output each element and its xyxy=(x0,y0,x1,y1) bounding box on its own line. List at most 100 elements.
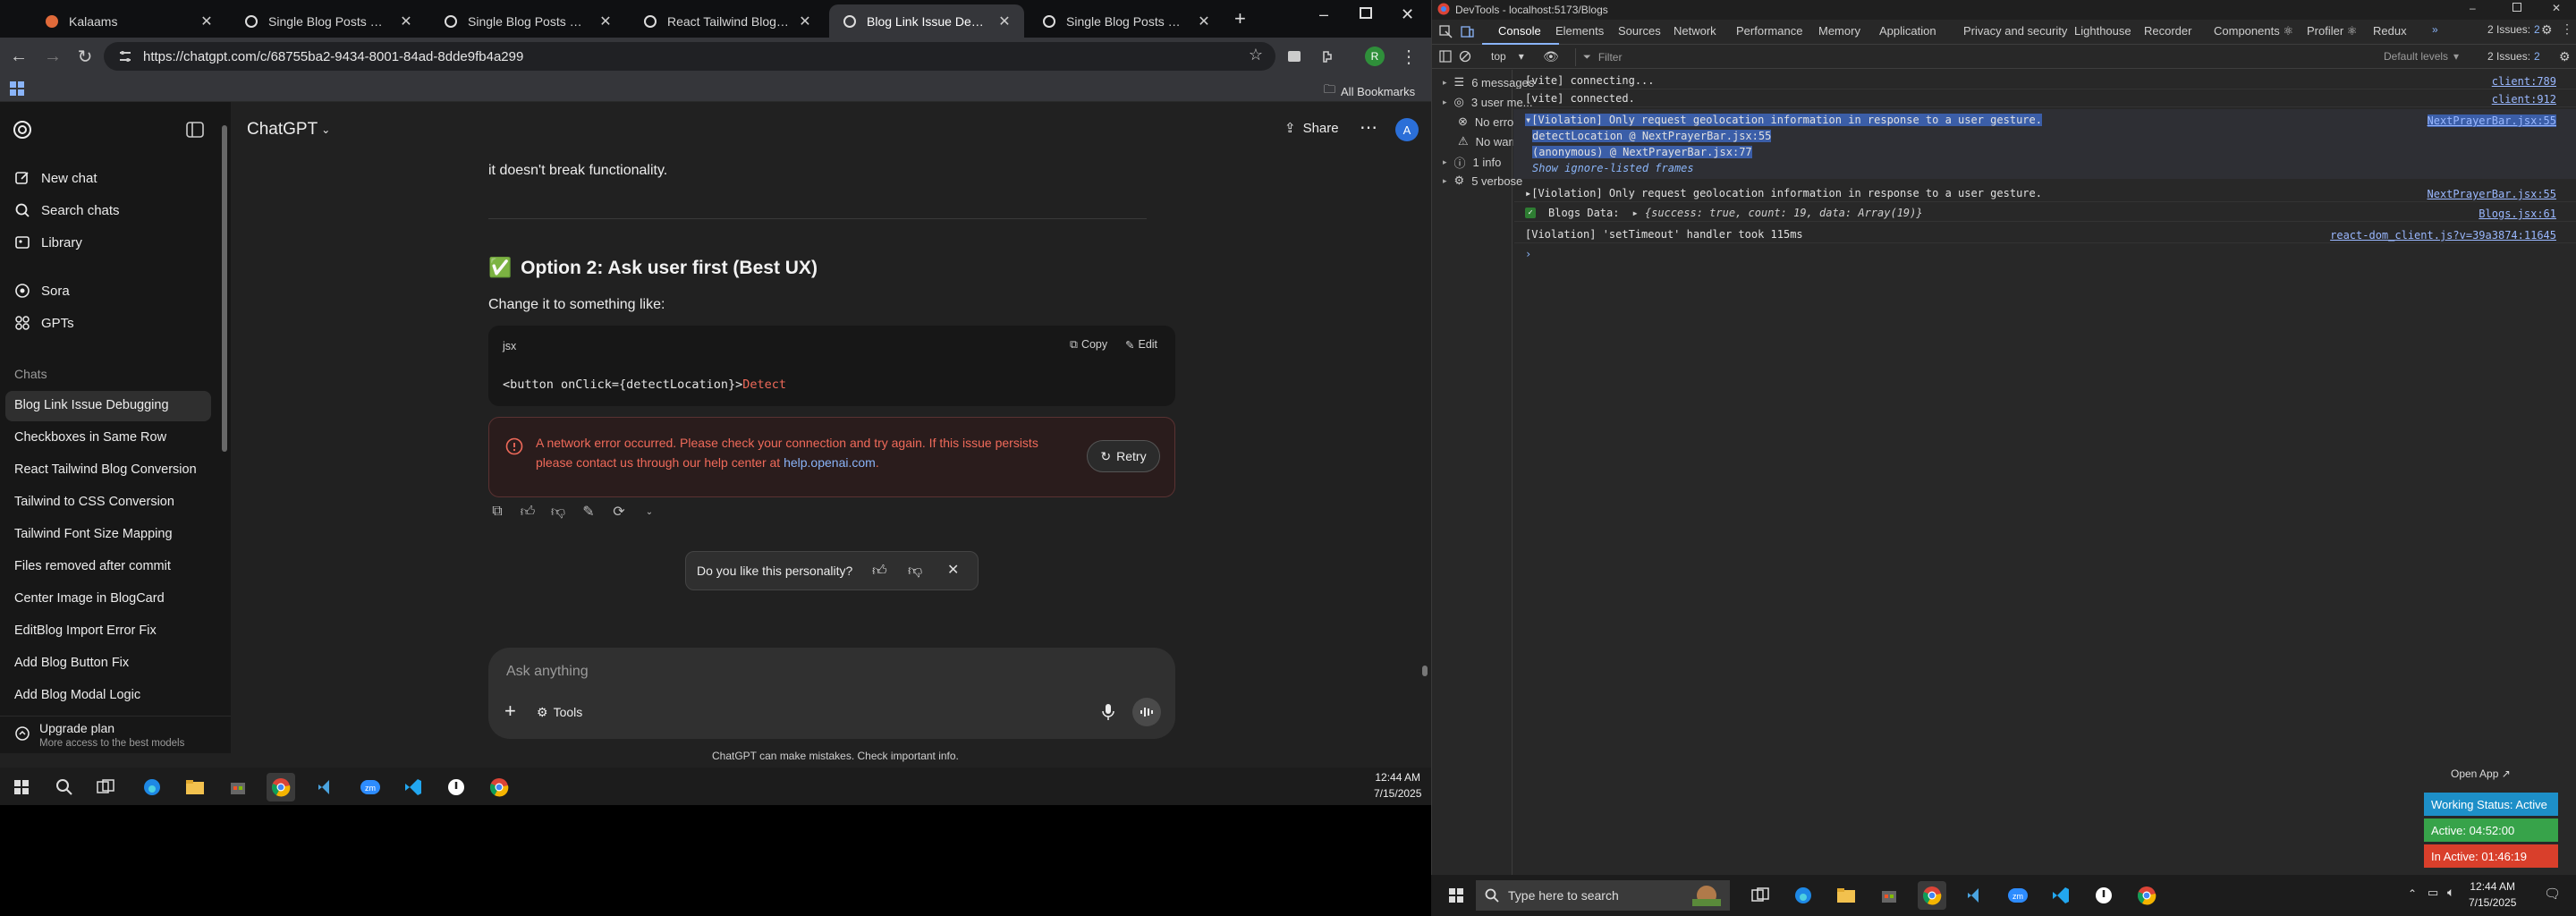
tab-single-blog-3[interactable]: Single Blog Posts Page Desig ✕ xyxy=(1029,4,1224,38)
task-view-icon[interactable] xyxy=(91,773,120,802)
upgrade-plan-button[interactable]: Upgrade plan More access to the best mod… xyxy=(0,716,231,753)
tab-application[interactable]: Application xyxy=(1879,24,1936,38)
maximize-icon[interactable] xyxy=(2512,3,2521,12)
source-link[interactable]: client:912 xyxy=(2492,93,2556,106)
vscode-icon[interactable] xyxy=(2046,881,2075,910)
main-scrollbar[interactable] xyxy=(1422,666,1428,676)
source-link[interactable]: Blogs.jsx:61 xyxy=(2479,208,2556,220)
tab-recorder[interactable]: Recorder xyxy=(2144,24,2191,38)
console-prompt[interactable]: › xyxy=(1514,245,2576,263)
issues-counter[interactable]: 2 Issues: 2 xyxy=(2487,23,2540,36)
zoom-icon[interactable]: zm xyxy=(356,773,385,802)
source-link[interactable]: react-dom_client.js?v=39a3874:11645 xyxy=(2330,229,2556,242)
new-tab-icon[interactable]: + xyxy=(1234,7,1246,30)
source-link[interactable]: NextPrayerBar.jsx:55 xyxy=(2427,114,2556,127)
console-message-expanded[interactable]: ▾[Violation] Only request geolocation in… xyxy=(1514,111,2576,129)
edge-icon[interactable] xyxy=(1789,881,1818,910)
chrome-taskbar-icon[interactable] xyxy=(1918,881,1946,910)
retry-button[interactable]: ↻ Retry xyxy=(1087,440,1160,472)
more-options-icon[interactable]: ⋮ xyxy=(2561,21,2573,37)
voice-mode-icon[interactable] xyxy=(1132,698,1161,726)
edit-canvas-icon[interactable]: ✎ xyxy=(580,503,597,521)
copy-code-button[interactable]: ⧉ Copy xyxy=(1070,338,1107,352)
close-tab-icon[interactable]: ✕ xyxy=(598,13,613,30)
volume-icon[interactable]: 🔈︎ xyxy=(2447,885,2454,900)
chat-item[interactable]: Tailwind Font Size Mapping xyxy=(14,527,173,541)
search-chats-button[interactable]: Search chats xyxy=(14,202,120,218)
add-attachment-icon[interactable]: + xyxy=(504,700,516,723)
close-tab-icon[interactable]: ✕ xyxy=(199,13,214,30)
sora-button[interactable]: Sora xyxy=(14,283,70,299)
chevron-down-icon[interactable]: ⌄ xyxy=(640,503,658,521)
chat-item[interactable]: Add Blog Button Fix xyxy=(14,656,129,670)
close-tab-icon[interactable]: ✕ xyxy=(798,13,812,30)
tab-single-blog-2[interactable]: Single Blog Posts Page Desig ✕ xyxy=(430,4,625,38)
tab-profiler[interactable]: Profiler ⚛ xyxy=(2307,24,2357,38)
help-link[interactable]: help.openai.com xyxy=(784,455,876,470)
all-bookmarks-button[interactable]: 🗀 All Bookmarks xyxy=(1324,81,1415,101)
context-selector[interactable]: top ▾ xyxy=(1491,50,1524,63)
reload-icon[interactable]: ↻ xyxy=(72,43,98,70)
prompt-input[interactable]: Ask anything xyxy=(506,664,589,680)
tray-chevron-icon[interactable]: ⌃ xyxy=(2408,887,2417,900)
chat-item[interactable]: Files removed after commit xyxy=(14,559,171,573)
sidebar-toggle-icon[interactable] xyxy=(1439,50,1452,63)
url-input[interactable]: https://chatgpt.com/c/68755ba2-9434-8001… xyxy=(104,42,1275,71)
app-circle-icon[interactable] xyxy=(442,773,470,802)
thumbs-up-icon[interactable]: 👍︎ xyxy=(519,503,537,521)
notifications-icon[interactable]: 🗨︎ xyxy=(2544,886,2561,902)
chat-item[interactable]: React Tailwind Blog Conversion xyxy=(14,462,197,477)
apps-grid-icon[interactable] xyxy=(9,81,25,97)
gpts-button[interactable]: GPTs xyxy=(14,315,74,331)
filter-info[interactable]: ▸ ⓘ 1 info xyxy=(1443,154,1501,171)
inspect-element-icon[interactable] xyxy=(1439,25,1453,38)
expand-tabs-icon[interactable]: » xyxy=(2432,23,2438,36)
task-view-icon[interactable] xyxy=(1746,881,1775,910)
puzzle-extensions-icon[interactable] xyxy=(1315,43,1342,70)
tab-components[interactable]: Components ⚛ xyxy=(2214,24,2293,38)
chat-item[interactable]: Center Image in BlogCard xyxy=(14,591,165,606)
console-filter-input[interactable]: ⏷ Filter xyxy=(1575,48,2362,66)
toggle-sidebar-icon[interactable] xyxy=(186,122,204,138)
clear-console-icon[interactable] xyxy=(1459,50,1471,63)
chrome-taskbar-icon-2[interactable] xyxy=(485,773,513,802)
edit-code-button[interactable]: ✎ Edit xyxy=(1125,338,1157,352)
vscode-dark-icon[interactable] xyxy=(1961,881,1989,910)
tab-single-blog-1[interactable]: Single Blog Posts Page Desig ✕ xyxy=(231,4,426,38)
filter-errors[interactable]: ⊗ No errors xyxy=(1443,114,1523,129)
chat-item[interactable]: Checkboxes in Same Row xyxy=(14,430,166,445)
tab-kalaams[interactable]: Kalaams ✕ xyxy=(31,4,226,38)
chat-item[interactable]: EditBlog Import Error Fix xyxy=(14,623,157,638)
tab-sources[interactable]: Sources xyxy=(1618,24,1661,38)
settings-gear-icon[interactable]: ⚙ xyxy=(2541,22,2553,38)
app-circle-icon[interactable] xyxy=(2089,881,2118,910)
copy-message-icon[interactable]: ⧉ xyxy=(488,503,506,521)
thumbs-down-icon[interactable]: 👎︎ xyxy=(549,503,567,521)
bookmark-star-icon[interactable]: ☆ xyxy=(1249,46,1263,64)
thumbs-down-icon[interactable]: 👎︎ xyxy=(908,563,922,580)
windows-start-icon[interactable] xyxy=(1442,881,1470,910)
tab-console[interactable]: Console xyxy=(1498,24,1541,38)
restore-icon[interactable] xyxy=(1360,7,1372,19)
zoom-icon[interactable]: zm xyxy=(2004,881,2032,910)
tools-button[interactable]: ⚙ Tools xyxy=(537,705,582,720)
vscode-icon[interactable] xyxy=(399,773,428,802)
user-avatar[interactable]: A xyxy=(1395,118,1419,141)
sidebar-scrollbar[interactable] xyxy=(222,125,227,452)
log-levels-dropdown[interactable]: Default levels ▾ xyxy=(2384,50,2459,63)
close-window-icon[interactable]: ✕ xyxy=(1401,5,1414,24)
close-window-icon[interactable]: ✕ xyxy=(2552,2,2561,14)
system-clock[interactable]: 12:44 AM 7/15/2025 xyxy=(2469,880,2516,909)
vscode-dark-icon[interactable] xyxy=(311,773,340,802)
tab-lighthouse[interactable]: Lighthouse xyxy=(2074,24,2131,38)
more-options-icon[interactable]: ⋯ xyxy=(1360,116,1377,139)
thumbs-up-icon[interactable]: 👍︎ xyxy=(872,563,887,580)
tab-redux[interactable]: Redux xyxy=(2373,24,2407,38)
close-tab-icon[interactable]: ✕ xyxy=(399,13,413,30)
chat-item[interactable]: Tailwind to CSS Conversion xyxy=(14,495,174,509)
chrome-taskbar-icon-2[interactable] xyxy=(2132,881,2161,910)
live-expression-eye-icon[interactable]: 👁︎ xyxy=(1543,49,1559,64)
filter-verbose[interactable]: ▸ ⚙ 5 verbose xyxy=(1443,174,1522,188)
file-explorer-icon[interactable] xyxy=(1832,881,1860,910)
source-link[interactable]: client:789 xyxy=(2492,75,2556,88)
